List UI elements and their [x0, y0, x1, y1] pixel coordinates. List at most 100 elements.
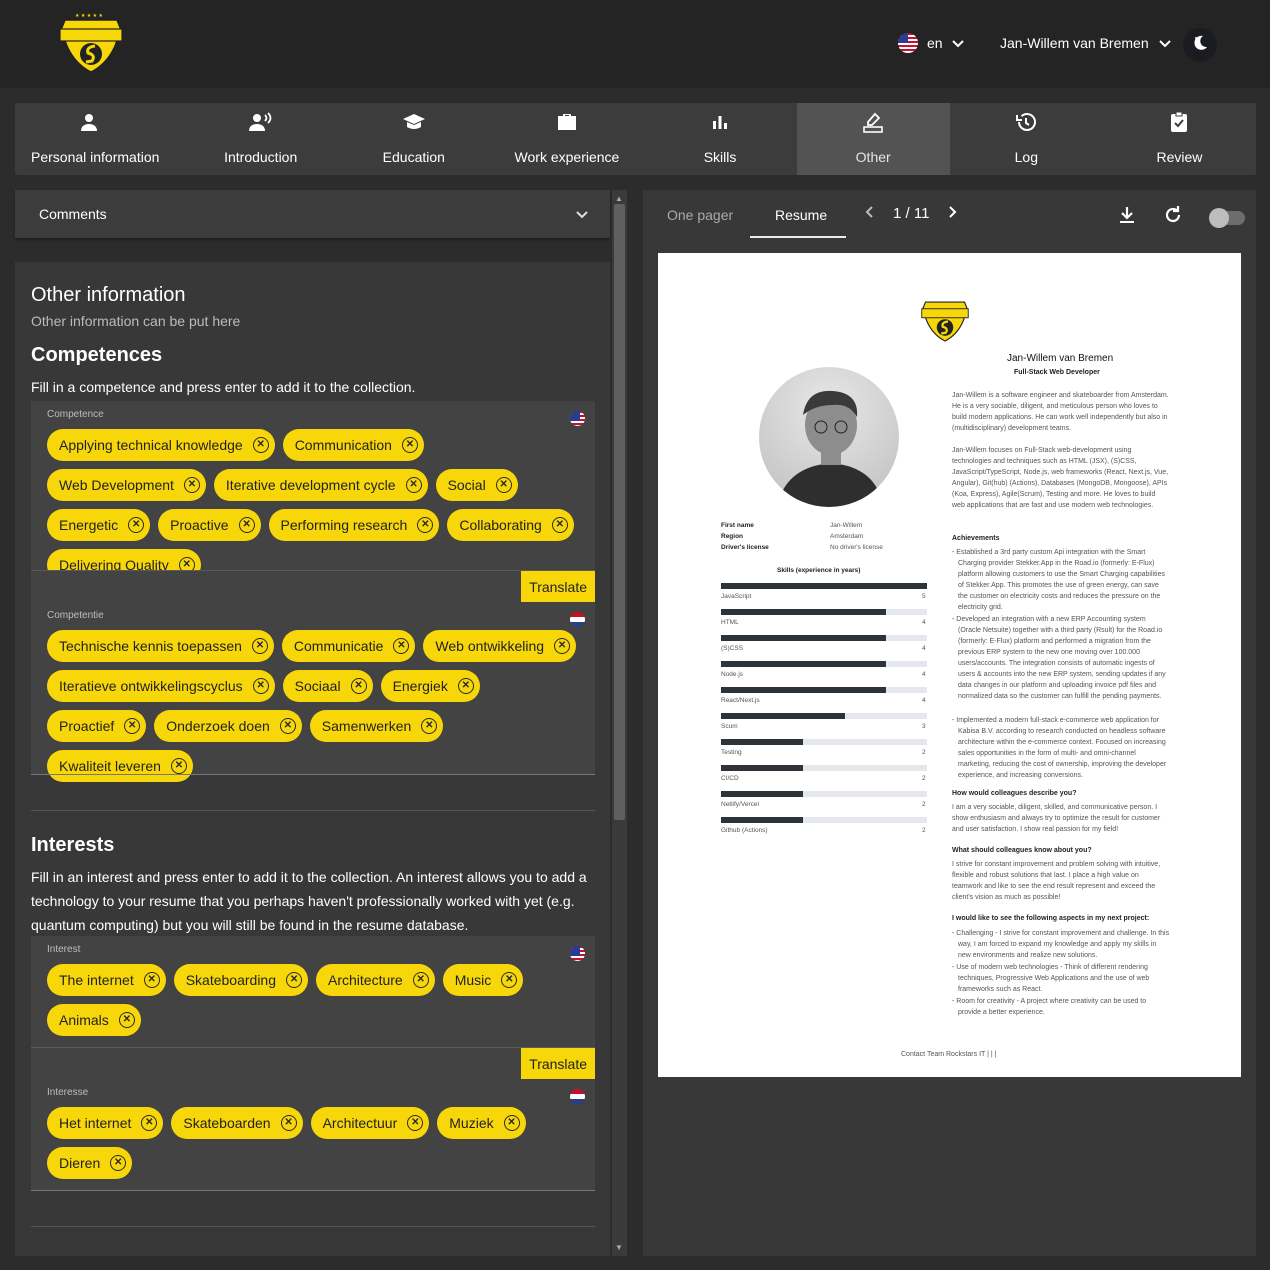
tab-skills[interactable]: Skills: [644, 103, 797, 175]
chip-label: Onderzoek doen: [166, 718, 270, 734]
chip: Iterative development cycle ✕: [213, 469, 428, 501]
remove-chip-icon[interactable]: ✕: [110, 1155, 127, 1171]
history-icon: [1014, 111, 1038, 133]
chip: Proactive ✕: [158, 509, 261, 541]
tab-other[interactable]: Other: [796, 103, 950, 175]
chevron-left-icon[interactable]: [865, 205, 873, 222]
skill-bar: [721, 791, 927, 797]
chip: Architectuur ✕: [310, 1107, 430, 1139]
comments-expander[interactable]: Comments: [15, 190, 610, 238]
download-icon[interactable]: [1117, 205, 1137, 230]
remove-chip-icon[interactable]: ✕: [170, 758, 187, 774]
divider: [31, 1226, 595, 1227]
preview-toggle[interactable]: [1209, 207, 1245, 228]
tab-one-pager[interactable]: One pager: [667, 207, 733, 223]
chip: Skateboarding ✕: [173, 964, 309, 996]
remove-chip-icon[interactable]: ✕: [401, 437, 418, 453]
chip: Energiek ✕: [380, 670, 480, 702]
remove-chip-icon[interactable]: ✕: [407, 1115, 424, 1131]
bullet-text: Implemented a modern full-stack e-commer…: [956, 717, 1167, 779]
remove-chip-icon[interactable]: ✕: [124, 718, 141, 734]
team-rockstars-logo[interactable]: ★ ★ ★ ★ ★: [55, 12, 127, 76]
scrollbar-thumb[interactable]: [614, 204, 625, 820]
remove-chip-icon[interactable]: ✕: [393, 638, 410, 654]
tab-resume[interactable]: Resume: [775, 207, 827, 223]
remove-chip-icon[interactable]: ✕: [421, 718, 438, 734]
tab-label: Skills: [703, 149, 737, 165]
remove-chip-icon[interactable]: ✕: [286, 972, 303, 988]
us-flag-icon: [898, 33, 918, 53]
remove-chip-icon[interactable]: ✕: [551, 517, 568, 533]
skill-bar: [721, 635, 927, 641]
remove-chip-icon[interactable]: ✕: [495, 477, 512, 493]
competences-en-field[interactable]: Competence Applying technical knowledge ✕…: [31, 401, 595, 581]
skill-name: Netlify/Vercel: [721, 801, 759, 808]
skill-bar-fill: [721, 739, 804, 745]
tab-introduction[interactable]: Introduction: [184, 103, 337, 175]
remove-chip-icon[interactable]: ✕: [141, 1115, 158, 1131]
chip-label: Web Development: [59, 477, 174, 493]
chip-label: Dieren: [59, 1155, 101, 1171]
q3-title: I would like to see the following aspect…: [952, 915, 1150, 922]
interests-nl-field[interactable]: Interesse Het internet ✕ Skateboarden ✕ Arch…: [31, 1079, 595, 1190]
translate-button[interactable]: Translate: [521, 571, 595, 603]
chip: Communicatie ✕: [281, 630, 416, 662]
active-tab-indicator: [750, 236, 846, 238]
other-subtitle: Other information can be put here: [31, 313, 241, 329]
remove-chip-icon[interactable]: ✕: [118, 1012, 135, 1028]
remove-chip-icon[interactable]: ✕: [350, 678, 367, 694]
chip-label: Social: [447, 477, 486, 493]
remove-chip-icon[interactable]: ✕: [238, 517, 255, 533]
remove-chip-icon[interactable]: ✕: [251, 638, 268, 654]
dark-mode-toggle[interactable]: [1183, 28, 1217, 62]
competences-nl-field[interactable]: Competentie Technische kennis toepassen ✕…: [31, 602, 595, 782]
field-caption: Interesse: [47, 1087, 89, 1098]
nl-flag-icon: [570, 612, 585, 627]
tab-personal-information[interactable]: Personal information: [15, 103, 184, 175]
clipboard-check-icon: [1167, 111, 1191, 133]
remove-chip-icon[interactable]: ✕: [412, 972, 429, 988]
form-scrollbar[interactable]: ▲ ▼: [612, 190, 627, 1256]
tab-education[interactable]: Education: [337, 103, 490, 175]
skill-bar: [721, 713, 927, 719]
tab-log[interactable]: Log: [950, 103, 1103, 175]
chip: Collaborating ✕: [447, 509, 574, 541]
preview-toolbar: [1117, 205, 1245, 230]
remove-chip-icon[interactable]: ✕: [501, 972, 518, 988]
chip-list: Applying technical knowledge ✕ Communicati…: [47, 429, 583, 581]
remove-chip-icon[interactable]: ✕: [503, 1115, 520, 1131]
chip: Sociaal ✕: [282, 670, 373, 702]
scroll-down-icon[interactable]: ▼: [615, 1243, 623, 1252]
skill-bar-fill: [721, 713, 845, 719]
interests-en-field[interactable]: Interest The internet ✕ Skateboarding ✕ Arch…: [31, 936, 595, 1048]
remove-chip-icon[interactable]: ✕: [457, 678, 474, 694]
bullet-text: Room for creativity - A project where cr…: [956, 998, 1147, 1016]
chevron-right-icon[interactable]: [949, 205, 957, 222]
scroll-up-icon[interactable]: ▲: [615, 194, 623, 203]
remove-chip-icon[interactable]: ✕: [183, 477, 200, 493]
remove-chip-icon[interactable]: ✕: [128, 517, 145, 533]
remove-chip-icon[interactable]: ✕: [252, 437, 269, 453]
language-selector[interactable]: en: [898, 33, 964, 53]
remove-chip-icon[interactable]: ✕: [143, 972, 160, 988]
other-information-form: Other information Other information can …: [15, 262, 610, 1256]
chip-label: Performing research: [280, 517, 408, 533]
translate-button[interactable]: Translate: [521, 1048, 595, 1080]
remove-chip-icon[interactable]: ✕: [554, 638, 571, 654]
remove-chip-icon[interactable]: ✕: [280, 1115, 297, 1131]
fact-label: First name: [721, 522, 754, 529]
resume-intro-1: Jan-Willem is a software engineer and sk…: [952, 392, 1169, 432]
refresh-icon[interactable]: [1163, 205, 1183, 230]
remove-chip-icon[interactable]: ✕: [279, 718, 296, 734]
chip-label: Animals: [59, 1012, 109, 1028]
skill-years: 4: [922, 645, 926, 652]
tab-work-experience[interactable]: Work experience: [490, 103, 643, 175]
page-navigator: 1 / 11: [865, 205, 957, 222]
remove-chip-icon[interactable]: ✕: [405, 477, 422, 493]
chip-label: Sociaal: [294, 678, 341, 694]
remove-chip-icon[interactable]: ✕: [252, 678, 269, 694]
remove-chip-icon[interactable]: ✕: [417, 517, 434, 533]
tab-review[interactable]: Review: [1103, 103, 1256, 175]
resume-preview-panel: One pager Resume 1 / 11 Jan-Willem van B…: [643, 190, 1256, 1256]
user-menu[interactable]: Jan-Willem van Bremen: [1000, 35, 1171, 51]
